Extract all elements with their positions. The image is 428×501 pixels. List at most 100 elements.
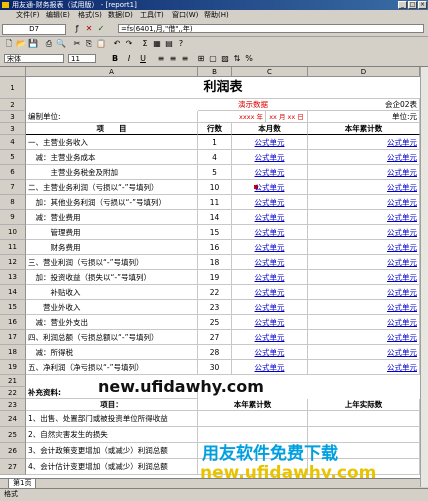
accept-icon[interactable]: ✓ [96,24,106,34]
column-header-d[interactable]: D [308,67,420,77]
ytd-formula-cell[interactable]: 公式单元 [308,255,420,270]
row-item-label[interactable]: 四、利润总额（亏损总额以“-”号填列） [26,330,198,345]
row-item-label[interactable]: 补贴收入 [26,285,198,300]
sum-icon[interactable]: Σ [140,39,150,49]
row-header[interactable]: 18 [0,345,26,360]
ytd-formula-cell[interactable]: 公式单元 [308,165,420,180]
ytd-formula-cell[interactable]: 公式单元 [308,240,420,255]
month-formula-cell[interactable]: 公式单元 [232,360,308,375]
font-size-select[interactable]: 11 [68,54,96,63]
row-header[interactable]: 9 [0,210,26,225]
merge-cells-icon[interactable]: ⊞ [196,54,206,64]
row-item-label[interactable]: 主营业务税金及附加 [26,165,198,180]
column-header-b[interactable]: B [198,67,232,77]
row-line-number[interactable]: 14 [198,210,232,225]
ytd-formula-cell[interactable]: 公式单元 [308,195,420,210]
row-item-label[interactable]: 减：所得税 [26,345,198,360]
row-header[interactable]: 24 [0,411,26,427]
company-label[interactable]: 编制单位: [26,111,198,123]
grid-icon[interactable]: ▤ [164,39,174,49]
month-formula-cell[interactable]: 公式单元 [232,210,308,225]
supp-header-item[interactable]: 项目： [26,399,198,411]
header-ytd[interactable]: 本年累计数 [308,123,420,135]
month-formula-cell[interactable]: 公式单元 [232,180,308,195]
row-header[interactable]: 26 [0,443,26,459]
row-item-label[interactable]: 五、净利润（净亏损以“-”号填列） [26,360,198,375]
minimize-button[interactable]: _ [398,1,407,9]
column-header-a[interactable]: A [26,67,198,77]
supp-item-label[interactable]: 3、会计政策变更增加（或减少）利润总额 [26,443,198,459]
row-item-label[interactable]: 减：营业费用 [26,210,198,225]
row-line-number[interactable]: 11 [198,195,232,210]
month-formula-cell[interactable]: 公式单元 [232,315,308,330]
row-item-label[interactable]: 二、主营业务利润（亏损以“-”号填列） [26,180,198,195]
print-icon[interactable]: ⎙ [44,39,54,49]
help-icon[interactable]: ? [176,39,186,49]
row-header[interactable]: 22 [0,387,26,399]
month-formula-cell[interactable]: 公式单元 [232,270,308,285]
supp-header-prior[interactable]: 上年实际数 [308,399,420,411]
ytd-formula-cell[interactable]: 公式单元 [308,345,420,360]
row-line-number[interactable]: 22 [198,285,232,300]
percent-icon[interactable]: % [244,54,254,64]
demo-data-label[interactable]: 演示数据 [198,99,308,111]
supp-item-label[interactable]: 2、自然灾害发生的损失 [26,427,198,443]
ytd-formula-cell[interactable]: 公式单元 [308,360,420,375]
underline-button[interactable]: U [138,54,148,64]
header-line[interactable]: 行数 [198,123,232,135]
row-item-label[interactable]: 一、主营业务收入 [26,135,198,150]
row-line-number[interactable]: 28 [198,345,232,360]
menu-data[interactable]: 数据(D) [108,11,133,20]
month-formula-cell[interactable]: 公式单元 [232,300,308,315]
date-month-day[interactable]: xx 月 xx 日 [266,111,308,123]
row-item-label[interactable]: 三、营业利润（亏损以“-”号填列） [26,255,198,270]
supp-item-label[interactable]: 1、出售、处置部门或被投资单位所得收益 [26,411,198,427]
font-select[interactable]: 宋体 [4,54,64,63]
ytd-formula-cell[interactable]: 公式单元 [308,300,420,315]
row-header[interactable]: 21 [0,375,26,387]
row-header[interactable]: 7 [0,180,26,195]
copy-icon[interactable]: ⎘ [84,39,94,49]
month-formula-cell[interactable]: 公式单元 [232,240,308,255]
row-header[interactable]: 13 [0,270,26,285]
row-item-label[interactable]: 减：营业外支出 [26,315,198,330]
new-file-icon[interactable]: 🗋 [4,39,14,49]
row-line-number[interactable]: 1 [198,135,232,150]
row-header[interactable]: 4 [0,135,26,150]
row-header[interactable]: 19 [0,360,26,375]
ytd-formula-cell[interactable]: 公式单元 [308,285,420,300]
fill-color-icon[interactable]: ▨ [220,54,230,64]
month-formula-cell[interactable]: 公式单元 [232,225,308,240]
vertical-scrollbar[interactable] [420,67,428,487]
row-header[interactable]: 15 [0,300,26,315]
menu-edit[interactable]: 编辑(E) [46,11,70,20]
maximize-button[interactable]: □ [408,1,417,9]
row-line-number[interactable]: 19 [198,270,232,285]
cut-icon[interactable]: ✂ [72,39,82,49]
ytd-formula-cell[interactable]: 公式单元 [308,150,420,165]
close-button[interactable]: × [418,1,427,9]
select-all-corner[interactable] [0,67,26,77]
row-header[interactable]: 3 [0,111,26,123]
row-item-label[interactable]: 管理费用 [26,225,198,240]
formula-input[interactable]: =fs(6401,月,"借",,年) [118,24,424,33]
menu-window[interactable]: 窗口(W) [172,11,198,20]
row-line-number[interactable]: 15 [198,225,232,240]
menu-format[interactable]: 格式(S) [78,11,102,20]
paste-icon[interactable]: 📋 [96,39,106,49]
row-header[interactable]: 14 [0,285,26,300]
column-header-c[interactable]: C [232,67,308,77]
supp-header-ytd[interactable]: 本年累计数 [198,399,308,411]
row-item-label[interactable]: 加：其他业务利润（亏损以“-”号填列） [26,195,198,210]
border-icon[interactable]: ▢ [208,54,218,64]
row-item-label[interactable]: 减：主营业务成本 [26,150,198,165]
ytd-formula-cell[interactable]: 公式单元 [308,330,420,345]
undo-icon[interactable]: ↶ [112,39,122,49]
chart-icon[interactable]: ▦ [152,39,162,49]
italic-button[interactable]: I [124,54,134,64]
row-header[interactable]: 3 [0,123,26,135]
row-line-number[interactable]: 18 [198,255,232,270]
ytd-formula-cell[interactable]: 公式单元 [308,315,420,330]
row-header[interactable]: 12 [0,255,26,270]
row-line-number[interactable]: 5 [198,165,232,180]
